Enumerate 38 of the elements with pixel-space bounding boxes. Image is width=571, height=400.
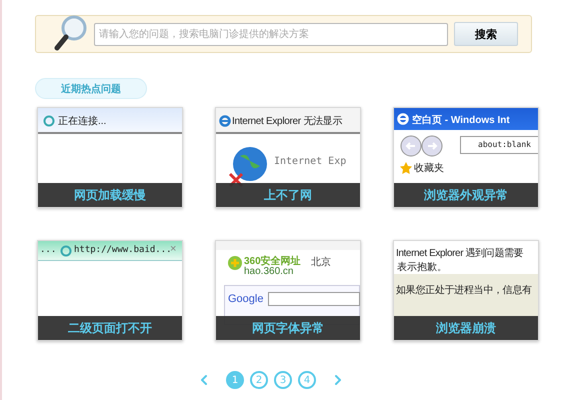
- problem-card[interactable]: ... http://www.baid...× 二级页面打不开: [37, 240, 183, 341]
- close-icon: ×: [170, 243, 176, 255]
- problem-card[interactable]: Internet Explorer 无法显示 Internet Exp 上不了网: [215, 107, 361, 208]
- loading-icon: [60, 245, 72, 257]
- problem-card[interactable]: Internet Explorer 遇到问题需要 表示抱歉。 如果您正处于进程当中，信息有 浏览器崩溃: [393, 240, 539, 341]
- city-label: 北京: [311, 256, 331, 269]
- favorites-label: 收藏夹: [414, 162, 444, 175]
- problem-card[interactable]: 空白页 - Windows Int about:blank 收藏夹 浏览器外观异常: [393, 107, 539, 208]
- section-tag: 近期热点问题: [35, 78, 147, 99]
- google-logo: Google: [228, 293, 264, 305]
- logo-icon: [228, 256, 242, 270]
- site-logo: 360安全网址: [244, 254, 301, 267]
- tab-title: Internet Explorer 无法显示: [232, 114, 342, 128]
- site-domain: hao.360.cn: [244, 266, 294, 277]
- browser-icon: [397, 113, 409, 125]
- window-title: 空白页 - Windows Int: [412, 114, 510, 127]
- problem-card[interactable]: 360安全网址 hao.360.cn 北京 Google 网页字体异常: [215, 240, 361, 341]
- card-caption: 网页字体异常: [216, 316, 360, 340]
- error-message: Internet Explorer 遇到问题需要: [396, 247, 524, 260]
- card-caption: 网页加载缓慢: [38, 183, 182, 207]
- problem-card[interactable]: 正在连接... 网页加载缓慢: [37, 107, 183, 208]
- loading-icon: [43, 115, 55, 127]
- card-caption: 上不了网: [216, 183, 360, 207]
- info-text: 如果您正处于进程当中，信息有: [396, 284, 532, 297]
- search-field[interactable]: 请输入您的问题，搜索电脑门诊提供的解决方案: [94, 22, 448, 46]
- card-caption: 浏览器外观异常: [394, 183, 538, 207]
- address-text: about:blank: [478, 140, 531, 149]
- card-caption: 二级页面打不开: [38, 316, 182, 340]
- back-forward-icon: [400, 135, 444, 157]
- error-message: 表示抱歉。: [397, 260, 447, 274]
- browser-icon: [219, 115, 231, 127]
- card-caption: 浏览器崩溃: [394, 316, 538, 340]
- search-button[interactable]: 搜索: [454, 22, 518, 46]
- error-heading: Internet Exp: [274, 156, 346, 167]
- tab-title: ...: [40, 245, 56, 255]
- tab-title: http://www.baid...: [74, 245, 172, 255]
- star-icon: [400, 162, 412, 174]
- tab-title: 正在连接...: [58, 114, 106, 128]
